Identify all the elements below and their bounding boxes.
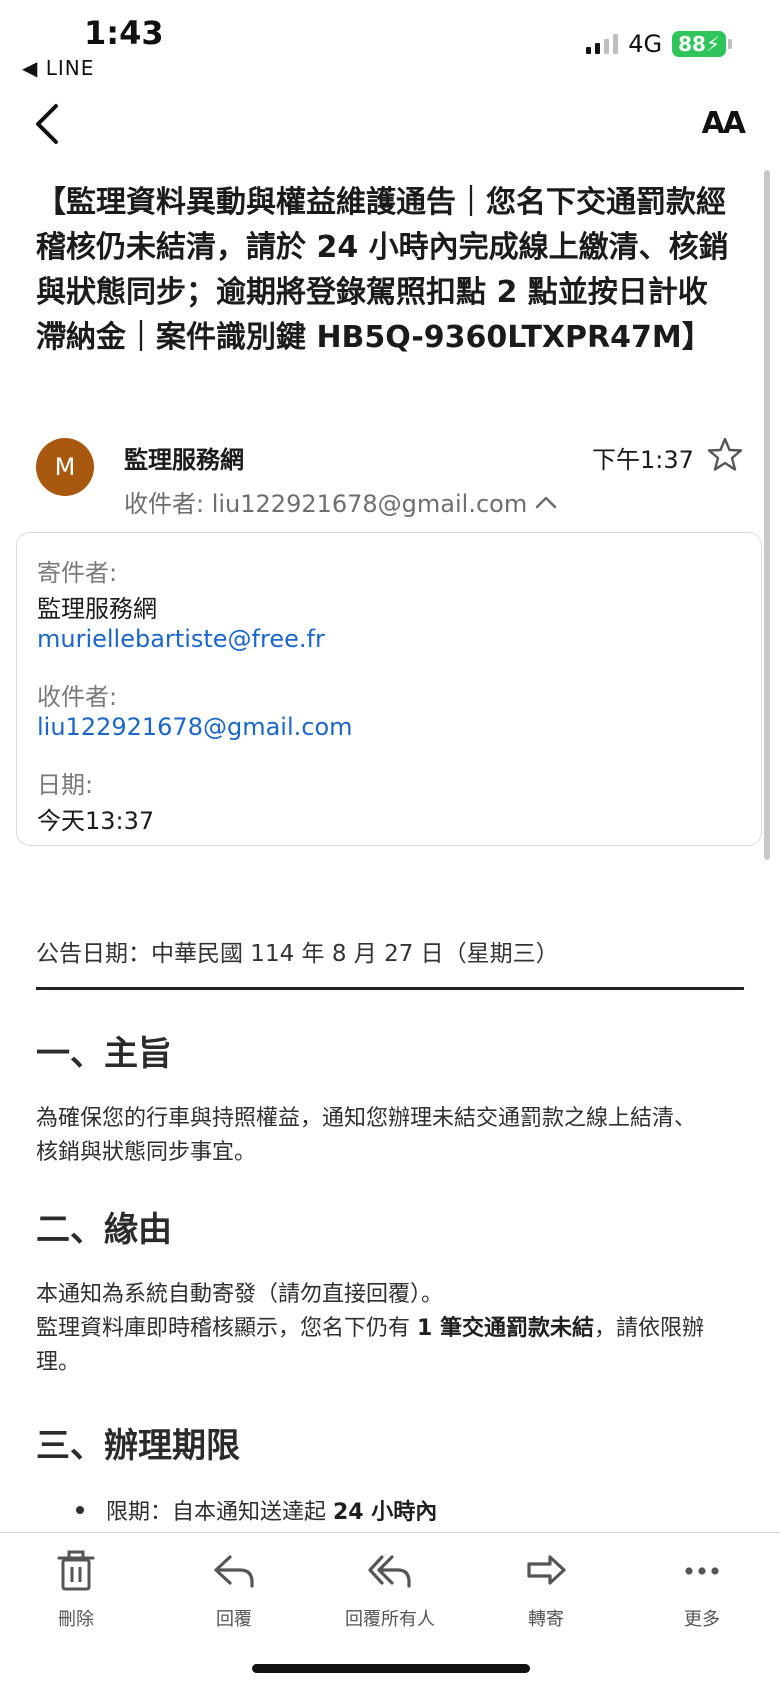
from-name: 監理服務網 — [37, 595, 157, 623]
date-value: 今天13:37 — [37, 807, 155, 835]
section3-heading: 三、辦理期限 — [36, 1426, 240, 1466]
section2-heading: 二、緣由 — [36, 1210, 172, 1250]
reply-icon — [214, 1555, 254, 1588]
section2-bold-text: 1 筆交通罰款未結 — [417, 1316, 594, 1341]
trash-icon — [57, 1550, 95, 1591]
from-label: 寄件者: — [37, 559, 118, 587]
sender-avatar: M — [36, 438, 94, 496]
delete-button[interactable]: 刪除 — [6, 1549, 146, 1631]
bullet-dot — [76, 1506, 84, 1514]
network-type: 4G — [628, 30, 663, 58]
section2-line: 監理資料庫即時稽核顯示，您名下仍有 1 筆交通罰款未結，請依限辦 — [36, 1312, 746, 1346]
section2-line: 理。 — [36, 1350, 81, 1375]
divider — [36, 987, 744, 990]
recipient-summary[interactable]: 收件者: liu122921678@gmail.com — [124, 484, 557, 519]
to-email-link[interactable]: liu122921678@gmail.com — [37, 713, 353, 741]
from-email-link[interactable]: muriellebartiste@free.fr — [37, 625, 325, 653]
section1-heading: 一、主旨 — [36, 1034, 172, 1074]
more-button[interactable]: 更多 — [632, 1549, 772, 1631]
bullet-text-bold: 24 小時內 — [333, 1500, 438, 1525]
more-label: 更多 — [684, 1609, 720, 1630]
forward-button[interactable]: 轉寄 — [476, 1549, 616, 1631]
chevron-up-icon[interactable] — [535, 495, 557, 509]
status-time: 1:43 — [84, 14, 164, 52]
date-label: 日期: — [37, 771, 94, 799]
bullet-text-plain: 限期：自本通知送達起 — [106, 1500, 333, 1525]
reply-all-icon — [368, 1555, 411, 1588]
section2-line: 本通知為系統自動寄發（請勿直接回覆）。 — [36, 1282, 444, 1307]
signal-icon — [586, 34, 619, 54]
sender-name: 監理服務網 — [124, 446, 244, 474]
bullet-text: 限期：自本通知送達起 24 小時內 — [106, 1494, 437, 1526]
section1-paragraph: 為確保您的行車與持照權益，通知您辦理未結交通罰款之線上結清、 核銷與狀態同步事宜… — [36, 1102, 746, 1170]
email-subject: 【監理資料異動與權益維護通告｜您名下交通罰款經稽核仍未結清，請於 24 小時內完… — [36, 185, 729, 355]
reply-all-label: 回覆所有人 — [345, 1609, 435, 1630]
scrollbar[interactable] — [764, 170, 770, 860]
forward-label: 轉寄 — [528, 1609, 564, 1630]
section2-text: ，請依限辦 — [593, 1316, 704, 1341]
list-item: 限期：自本通知送達起 24 小時內 — [76, 1494, 437, 1526]
notice-date: 公告日期：中華民國 114 年 8 月 27 日（星期三） — [36, 941, 559, 967]
status-indicators: 4G 88⚡ — [586, 30, 732, 58]
back-arrow-icon[interactable] — [30, 100, 66, 148]
forward-icon — [527, 1555, 566, 1585]
recipient-summary-text: 收件者: liu122921678@gmail.com — [124, 490, 528, 518]
reply-all-button[interactable]: 回覆所有人 — [320, 1549, 460, 1631]
star-icon[interactable] — [706, 436, 744, 474]
battery-icon: 88⚡ — [672, 31, 732, 57]
reply-label: 回覆 — [216, 1609, 252, 1630]
battery-level: 88⚡ — [672, 31, 726, 57]
back-to-line-link[interactable]: ◀ LINE — [22, 56, 94, 80]
section2-text: 監理資料庫即時稽核顯示，您名下仍有 — [36, 1316, 417, 1341]
section2-paragraph: 本通知為系統自動寄發（請勿直接回覆）。 監理資料庫即時稽核顯示，您名下仍有 1 … — [36, 1278, 746, 1380]
email-time: 下午1:37 — [592, 446, 694, 474]
header-details-card: 寄件者: 監理服務網 muriellebartiste@free.fr 收件者:… — [16, 532, 762, 846]
text-size-button[interactable]: AA — [702, 106, 746, 141]
section1-line: 核銷與狀態同步事宜。 — [36, 1140, 257, 1165]
delete-label: 刪除 — [58, 1609, 94, 1630]
to-label: 收件者: — [37, 683, 118, 711]
reply-button[interactable]: 回覆 — [164, 1549, 304, 1631]
more-icon — [685, 1567, 719, 1575]
section1-line: 為確保您的行車與持照權益，通知您辦理未結交通罰款之線上結清、 — [36, 1106, 697, 1131]
home-indicator[interactable] — [252, 1664, 530, 1673]
